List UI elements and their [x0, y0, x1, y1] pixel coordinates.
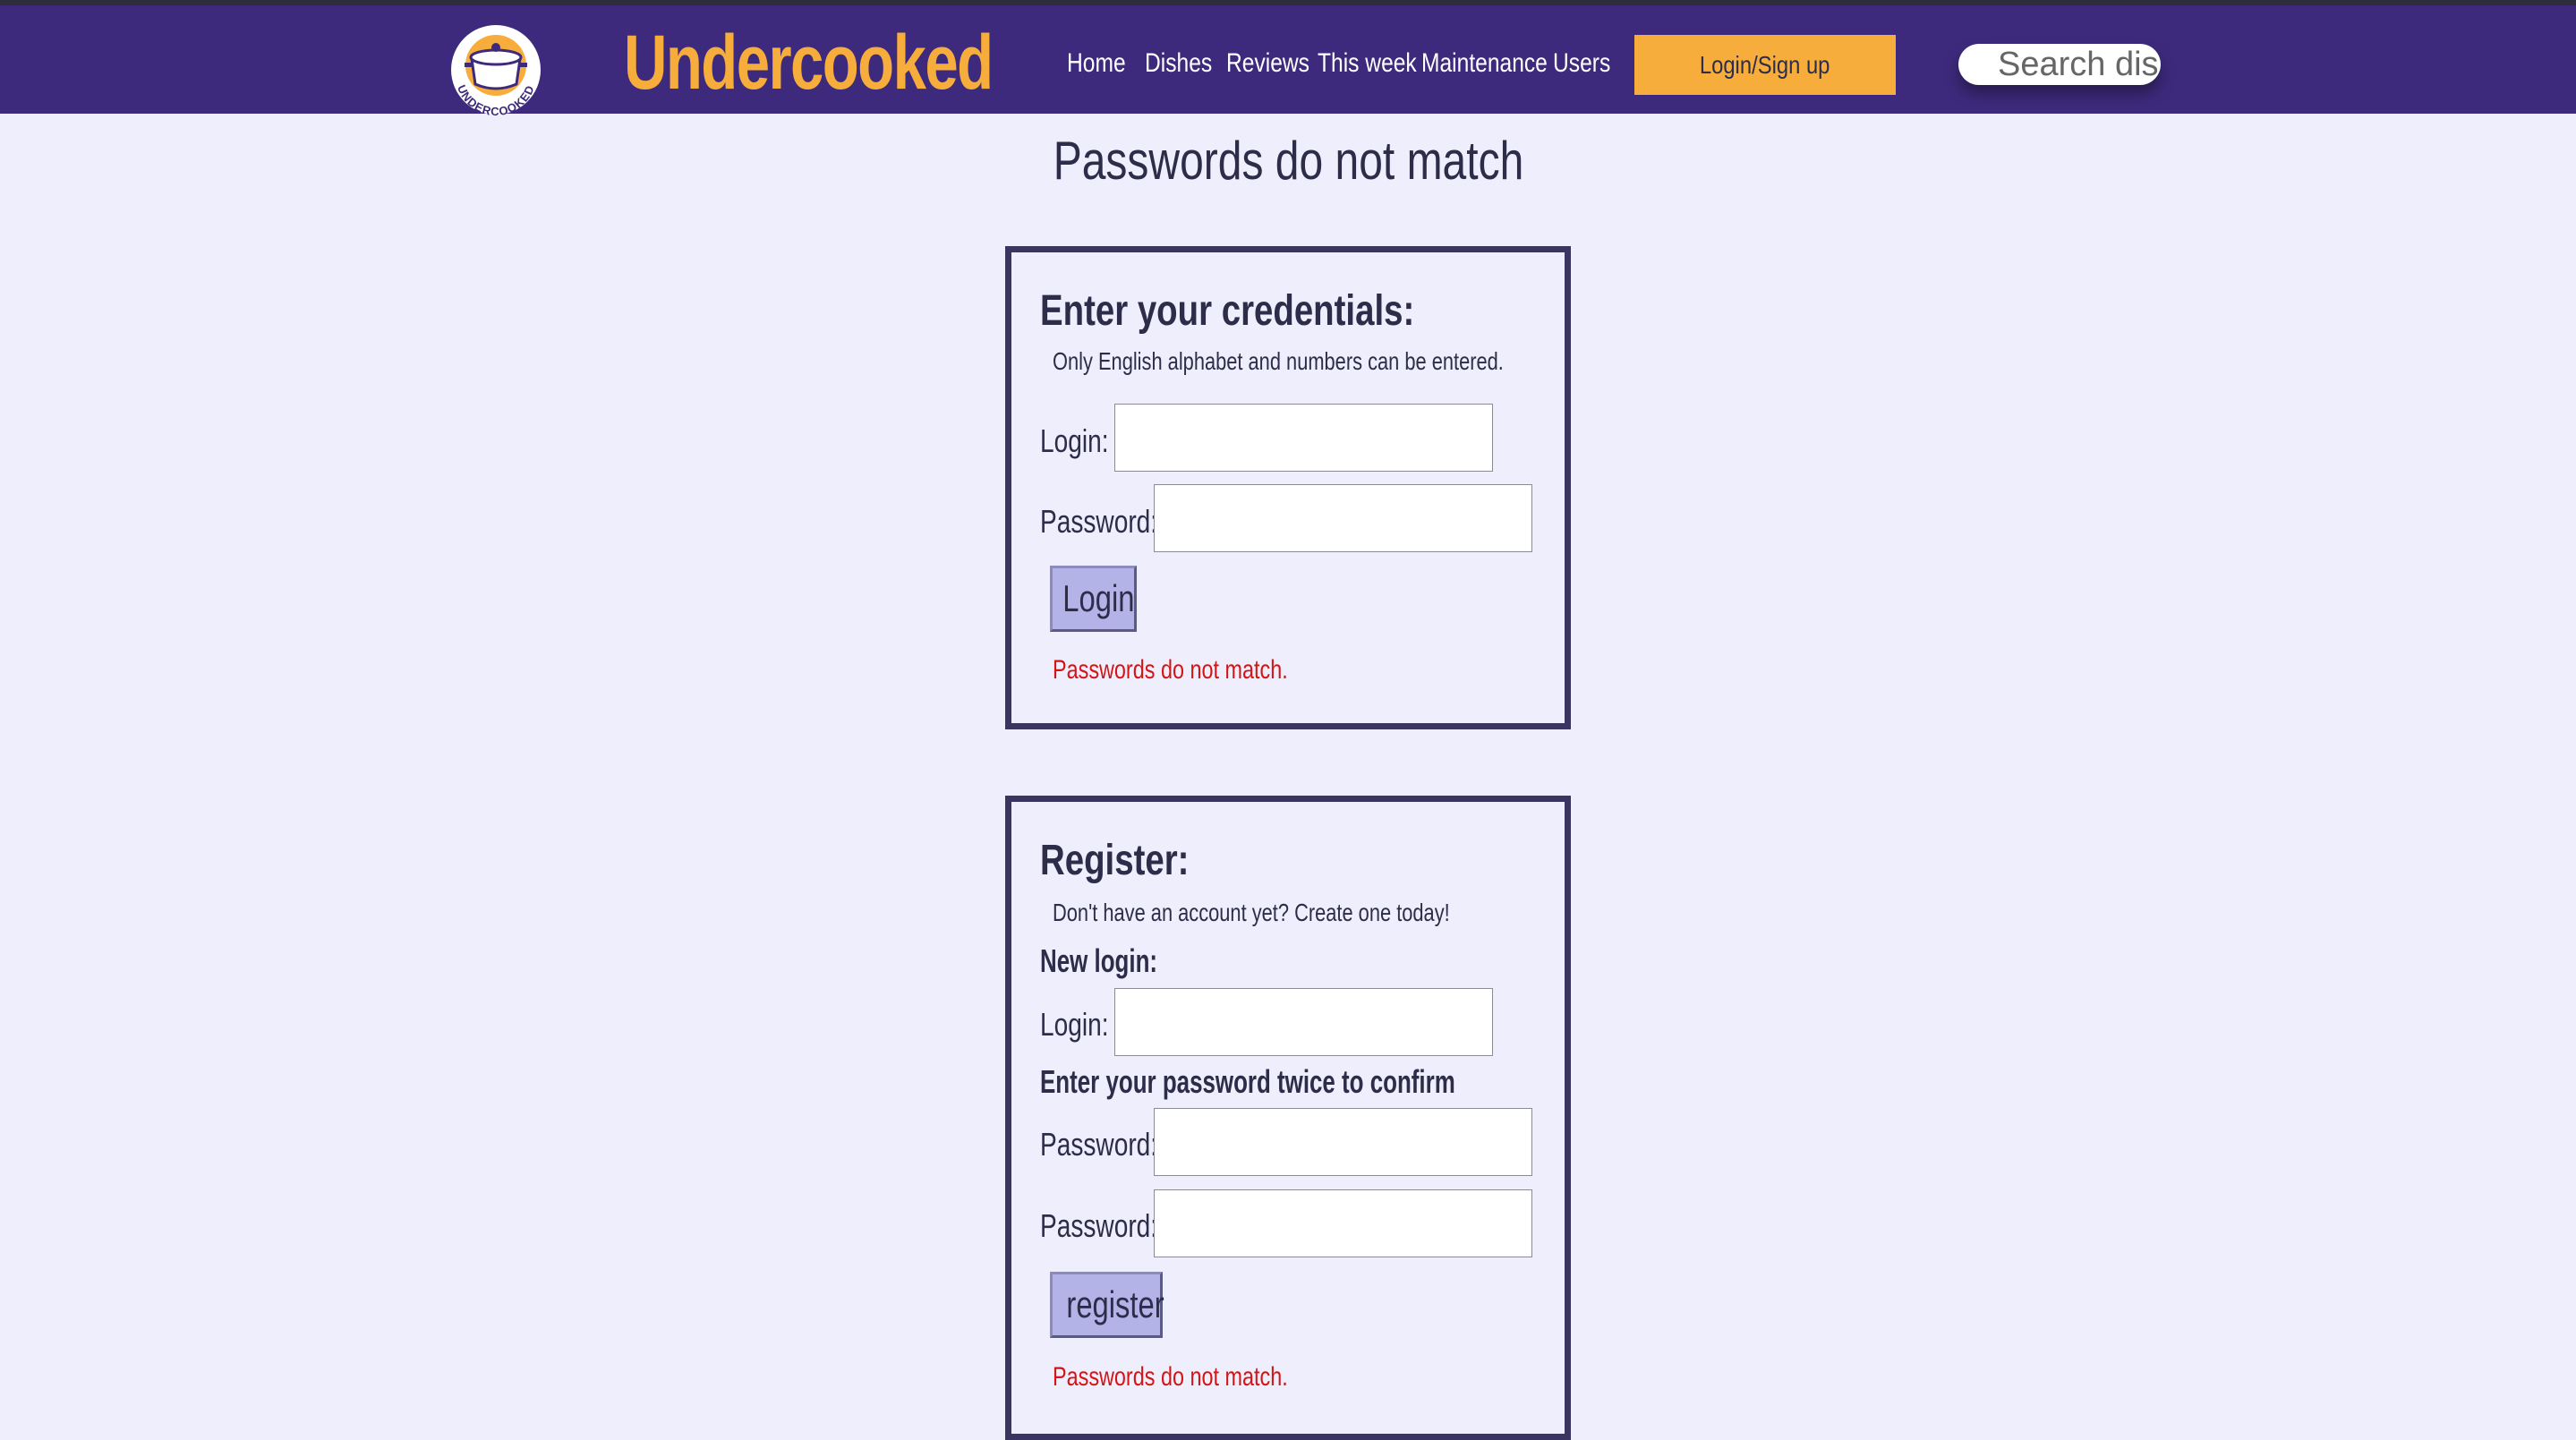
nav-maintenance[interactable]: Maintenance [1421, 41, 1548, 86]
search-input[interactable] [1958, 44, 2161, 85]
page-title: Passwords do not match [0, 125, 2576, 197]
login-submit-label: Login [1062, 577, 1135, 619]
login-form-title: Enter your credentials: [1040, 287, 1415, 335]
password-confirm-heading: Enter your password twice to confirm [1040, 1063, 1455, 1100]
login-input[interactable] [1114, 404, 1493, 472]
new-login-heading: New login: [1040, 942, 1158, 979]
nav-this-week[interactable]: This week [1318, 41, 1417, 86]
login-signup-label: Login/Sign up [1700, 51, 1830, 79]
login-form-hint: Only English alphabet and numbers can be… [1053, 347, 1504, 375]
register-submit-button[interactable]: register [1050, 1272, 1164, 1338]
nav-dishes[interactable]: Dishes [1145, 41, 1212, 86]
login-submit-button[interactable]: Login [1050, 566, 1137, 632]
register-submit-label: register [1066, 1283, 1164, 1325]
nav-reviews[interactable]: Reviews [1226, 41, 1309, 86]
login-signup-button[interactable]: Login/Sign up [1634, 35, 1896, 95]
register-password-input[interactable] [1154, 1108, 1532, 1176]
login-label: Login: [1040, 422, 1109, 459]
register-form-title: Register: [1040, 837, 1190, 884]
register-login-label: Login: [1040, 1006, 1109, 1043]
nav-home[interactable]: Home [1067, 41, 1126, 86]
brand-title[interactable]: Undercooked [624, 18, 994, 107]
register-password-label: Password: [1040, 1126, 1158, 1163]
register-form: Register: Don't have an account yet? Cre… [1005, 796, 1571, 1440]
register-login-input[interactable] [1114, 988, 1493, 1056]
register-form-hint: Don't have an account yet? Create one to… [1053, 899, 1450, 926]
top-navbar: UNDERCOOKED Undercooked Home Dishes Revi… [0, 5, 2576, 116]
cooking-pot-logo-icon[interactable]: UNDERCOOKED [445, 21, 547, 116]
page-title-text: Passwords do not match [1053, 131, 1523, 191]
register-error-message: Passwords do not match. [1053, 1362, 1288, 1392]
login-error-message: Passwords do not match. [1053, 655, 1288, 685]
register-password-confirm-label: Password: [1040, 1207, 1158, 1244]
login-form: Enter your credentials: Only English alp… [1005, 246, 1571, 729]
register-password-confirm-input[interactable] [1154, 1189, 1532, 1257]
nav-users[interactable]: Users [1553, 41, 1610, 86]
password-input[interactable] [1154, 484, 1532, 552]
password-label: Password: [1040, 503, 1158, 540]
